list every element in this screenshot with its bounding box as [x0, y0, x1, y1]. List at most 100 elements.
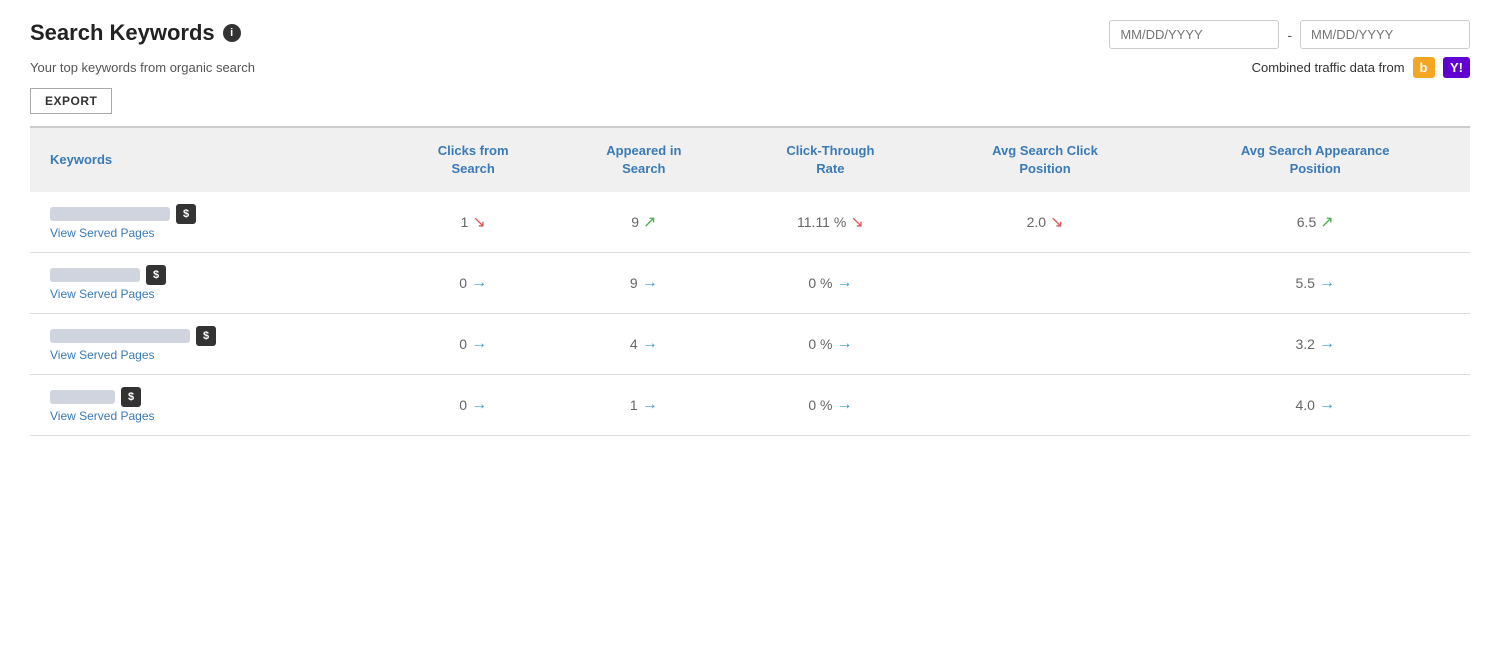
keyword-name-row: $	[50, 326, 380, 346]
clicks-value: 0→	[459, 335, 487, 353]
header-section: Search Keywords i -	[30, 20, 1470, 49]
keyword-cell: $ View Served Pages	[30, 253, 390, 314]
date-range-section: -	[1109, 20, 1470, 49]
clicks-value: 0→	[459, 274, 487, 292]
keyword-cell-content: $ View Served Pages	[50, 326, 380, 362]
clicks-cell: 1↘	[390, 192, 557, 253]
avg-appearance-value: 6.5↗	[1297, 212, 1334, 232]
date-separator: -	[1287, 27, 1292, 43]
info-icon[interactable]: i	[223, 24, 241, 42]
yahoo-badge: Y!	[1443, 57, 1470, 78]
keyword-cell-content: $ View Served Pages	[50, 387, 380, 423]
avg-click-cell	[930, 314, 1161, 375]
col-header-ctr: Click-ThroughRate	[731, 128, 929, 192]
col-header-avg-click: Avg Search ClickPosition	[930, 128, 1161, 192]
keyword-cell-content: $ View Served Pages	[50, 204, 380, 240]
avg-appearance-value: 4.0→	[1295, 396, 1334, 414]
bing-badge: b	[1413, 57, 1435, 78]
end-date-input[interactable]	[1300, 20, 1470, 49]
appeared-value: 1→	[630, 396, 658, 414]
view-served-link[interactable]: View Served Pages	[50, 409, 380, 423]
view-served-link[interactable]: View Served Pages	[50, 287, 380, 301]
keyword-name-row: $	[50, 265, 380, 285]
keyword-cell: $ View Served Pages	[30, 192, 390, 253]
keyword-blurred-text	[50, 268, 140, 282]
col-header-clicks: Clicks fromSearch	[390, 128, 557, 192]
arrow-right-icon: →	[836, 396, 852, 414]
keyword-name-row: $	[50, 204, 380, 224]
arrow-right-icon: →	[642, 274, 658, 292]
arrow-right-icon: →	[836, 274, 852, 292]
avg-click-cell: 2.0↘	[930, 192, 1161, 253]
avg-click-value: 2.0↘	[1027, 212, 1064, 232]
table-row: $ View Served Pages 0→ 1→ 0 %→ 4.0→	[30, 375, 1470, 436]
page-subtitle: Your top keywords from organic search	[30, 60, 255, 75]
avg-click-cell	[930, 253, 1161, 314]
ctr-cell: 0 %→	[731, 253, 929, 314]
appeared-value: 9↗	[631, 212, 656, 232]
subtitle-row: Your top keywords from organic search Co…	[30, 57, 1470, 78]
keyword-cell: $ View Served Pages	[30, 375, 390, 436]
col-header-avg-appearance: Avg Search AppearancePosition	[1160, 128, 1470, 192]
clicks-cell: 0→	[390, 314, 557, 375]
view-served-link[interactable]: View Served Pages	[50, 226, 380, 240]
avg-click-cell	[930, 375, 1161, 436]
appeared-cell: 4→	[557, 314, 732, 375]
arrow-up-icon: ↗	[643, 212, 656, 232]
keywords-table-container: Keywords Clicks fromSearch Appeared inSe…	[30, 126, 1470, 436]
ctr-value: 11.11 %↘	[797, 212, 864, 232]
appeared-cell: 9↗	[557, 192, 732, 253]
avg-appearance-value: 3.2→	[1295, 335, 1334, 353]
appeared-cell: 9→	[557, 253, 732, 314]
start-date-input[interactable]	[1109, 20, 1279, 49]
s-badge: $	[121, 387, 141, 407]
view-served-link[interactable]: View Served Pages	[50, 348, 380, 362]
keyword-blurred-text	[50, 390, 115, 404]
clicks-cell: 0→	[390, 375, 557, 436]
avg-appearance-cell: 4.0→	[1160, 375, 1470, 436]
arrow-down-icon: ↘	[1050, 212, 1063, 232]
appeared-cell: 1→	[557, 375, 732, 436]
appeared-value: 9→	[630, 274, 658, 292]
ctr-cell: 0 %→	[731, 375, 929, 436]
table-row: $ View Served Pages 0→ 9→ 0 %→ 5.5→	[30, 253, 1470, 314]
traffic-sources: Combined traffic data from b Y!	[1252, 57, 1470, 78]
table-header-row: Keywords Clicks fromSearch Appeared inSe…	[30, 128, 1470, 192]
clicks-cell: 0→	[390, 253, 557, 314]
appeared-value: 4→	[630, 335, 658, 353]
keyword-name-row: $	[50, 387, 380, 407]
clicks-value: 0→	[459, 396, 487, 414]
col-header-appeared: Appeared inSearch	[557, 128, 732, 192]
avg-appearance-cell: 3.2→	[1160, 314, 1470, 375]
table-row: $ View Served Pages 1↘ 9↗ 11.11 %↘ 2.0↘ 6.5↗	[30, 192, 1470, 253]
page-title-area: Search Keywords i	[30, 20, 241, 46]
arrow-up-icon: ↗	[1320, 212, 1333, 232]
ctr-cell: 11.11 %↘	[731, 192, 929, 253]
s-badge: $	[196, 326, 216, 346]
avg-appearance-value: 5.5→	[1295, 274, 1334, 292]
ctr-value: 0 %→	[808, 335, 852, 353]
avg-appearance-cell: 5.5→	[1160, 253, 1470, 314]
ctr-cell: 0 %→	[731, 314, 929, 375]
arrow-right-icon: →	[642, 335, 658, 353]
keyword-cell-content: $ View Served Pages	[50, 265, 380, 301]
arrow-right-icon: →	[642, 396, 658, 414]
s-badge: $	[176, 204, 196, 224]
clicks-value: 1↘	[461, 212, 486, 232]
ctr-value: 0 %→	[808, 274, 852, 292]
ctr-value: 0 %→	[808, 396, 852, 414]
s-badge: $	[146, 265, 166, 285]
col-header-keywords: Keywords	[30, 128, 390, 192]
arrow-right-icon: →	[1319, 274, 1335, 292]
arrow-right-icon: →	[1319, 396, 1335, 414]
avg-appearance-cell: 6.5↗	[1160, 192, 1470, 253]
arrow-down-icon: ↘	[472, 212, 485, 232]
keyword-cell: $ View Served Pages	[30, 314, 390, 375]
keywords-table: Keywords Clicks fromSearch Appeared inSe…	[30, 128, 1470, 436]
arrow-right-icon: →	[471, 274, 487, 292]
export-button[interactable]: EXPORT	[30, 88, 112, 114]
arrow-down-icon: ↘	[850, 212, 863, 232]
arrow-right-icon: →	[471, 396, 487, 414]
keyword-blurred-text	[50, 329, 190, 343]
page-title: Search Keywords	[30, 20, 215, 46]
